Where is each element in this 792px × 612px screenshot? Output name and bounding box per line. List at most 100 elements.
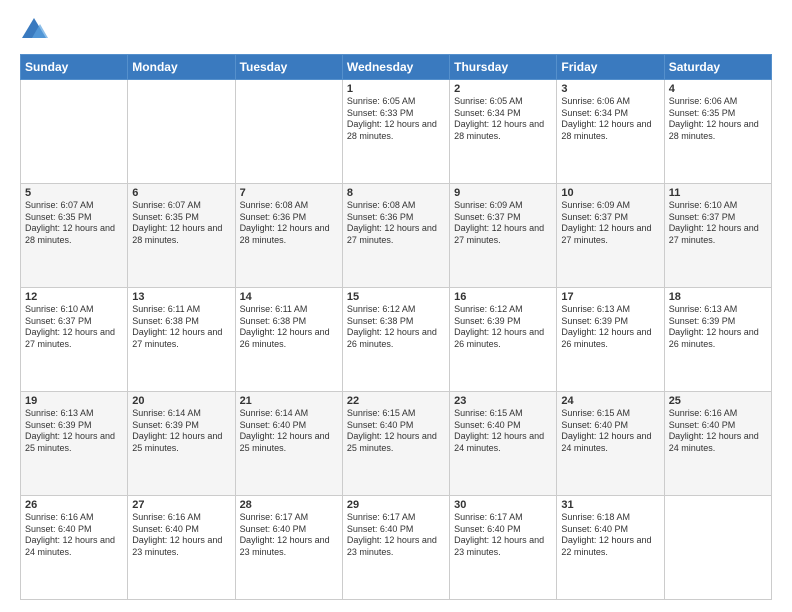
logo-icon [20, 16, 48, 44]
weekday-header-sunday: Sunday [21, 55, 128, 80]
day-info: Sunrise: 6:10 AM Sunset: 6:37 PM Dayligh… [669, 200, 767, 247]
day-info: Sunrise: 6:18 AM Sunset: 6:40 PM Dayligh… [561, 512, 659, 559]
day-number: 28 [240, 499, 338, 511]
day-cell [128, 80, 235, 184]
day-number: 19 [25, 395, 123, 407]
day-cell: 4Sunrise: 6:06 AM Sunset: 6:35 PM Daylig… [664, 80, 771, 184]
weekday-header-tuesday: Tuesday [235, 55, 342, 80]
day-info: Sunrise: 6:15 AM Sunset: 6:40 PM Dayligh… [561, 408, 659, 455]
day-number: 15 [347, 291, 445, 303]
weekday-header-friday: Friday [557, 55, 664, 80]
weekday-header-monday: Monday [128, 55, 235, 80]
day-info: Sunrise: 6:05 AM Sunset: 6:34 PM Dayligh… [454, 96, 552, 143]
day-info: Sunrise: 6:09 AM Sunset: 6:37 PM Dayligh… [454, 200, 552, 247]
day-cell: 13Sunrise: 6:11 AM Sunset: 6:38 PM Dayli… [128, 288, 235, 392]
day-cell: 12Sunrise: 6:10 AM Sunset: 6:37 PM Dayli… [21, 288, 128, 392]
day-cell: 10Sunrise: 6:09 AM Sunset: 6:37 PM Dayli… [557, 184, 664, 288]
weekday-header-saturday: Saturday [664, 55, 771, 80]
week-row-1: 5Sunrise: 6:07 AM Sunset: 6:35 PM Daylig… [21, 184, 772, 288]
day-cell: 7Sunrise: 6:08 AM Sunset: 6:36 PM Daylig… [235, 184, 342, 288]
day-number: 10 [561, 187, 659, 199]
day-cell: 1Sunrise: 6:05 AM Sunset: 6:33 PM Daylig… [342, 80, 449, 184]
day-number: 17 [561, 291, 659, 303]
day-info: Sunrise: 6:08 AM Sunset: 6:36 PM Dayligh… [240, 200, 338, 247]
day-cell: 14Sunrise: 6:11 AM Sunset: 6:38 PM Dayli… [235, 288, 342, 392]
day-cell: 23Sunrise: 6:15 AM Sunset: 6:40 PM Dayli… [450, 392, 557, 496]
day-info: Sunrise: 6:09 AM Sunset: 6:37 PM Dayligh… [561, 200, 659, 247]
day-info: Sunrise: 6:13 AM Sunset: 6:39 PM Dayligh… [25, 408, 123, 455]
day-number: 26 [25, 499, 123, 511]
day-cell: 26Sunrise: 6:16 AM Sunset: 6:40 PM Dayli… [21, 496, 128, 600]
day-number: 20 [132, 395, 230, 407]
day-cell: 20Sunrise: 6:14 AM Sunset: 6:39 PM Dayli… [128, 392, 235, 496]
day-cell: 15Sunrise: 6:12 AM Sunset: 6:38 PM Dayli… [342, 288, 449, 392]
day-cell: 18Sunrise: 6:13 AM Sunset: 6:39 PM Dayli… [664, 288, 771, 392]
day-cell: 19Sunrise: 6:13 AM Sunset: 6:39 PM Dayli… [21, 392, 128, 496]
day-cell: 11Sunrise: 6:10 AM Sunset: 6:37 PM Dayli… [664, 184, 771, 288]
day-number: 23 [454, 395, 552, 407]
day-info: Sunrise: 6:12 AM Sunset: 6:38 PM Dayligh… [347, 304, 445, 351]
day-number: 25 [669, 395, 767, 407]
header [20, 16, 772, 44]
day-number: 2 [454, 83, 552, 95]
day-cell: 25Sunrise: 6:16 AM Sunset: 6:40 PM Dayli… [664, 392, 771, 496]
logo [20, 16, 52, 44]
day-cell: 16Sunrise: 6:12 AM Sunset: 6:39 PM Dayli… [450, 288, 557, 392]
day-number: 8 [347, 187, 445, 199]
day-number: 7 [240, 187, 338, 199]
day-number: 16 [454, 291, 552, 303]
day-info: Sunrise: 6:17 AM Sunset: 6:40 PM Dayligh… [454, 512, 552, 559]
day-info: Sunrise: 6:13 AM Sunset: 6:39 PM Dayligh… [561, 304, 659, 351]
day-info: Sunrise: 6:15 AM Sunset: 6:40 PM Dayligh… [347, 408, 445, 455]
week-row-0: 1Sunrise: 6:05 AM Sunset: 6:33 PM Daylig… [21, 80, 772, 184]
day-cell: 29Sunrise: 6:17 AM Sunset: 6:40 PM Dayli… [342, 496, 449, 600]
day-number: 4 [669, 83, 767, 95]
day-cell: 30Sunrise: 6:17 AM Sunset: 6:40 PM Dayli… [450, 496, 557, 600]
day-info: Sunrise: 6:07 AM Sunset: 6:35 PM Dayligh… [132, 200, 230, 247]
day-cell: 28Sunrise: 6:17 AM Sunset: 6:40 PM Dayli… [235, 496, 342, 600]
day-cell: 21Sunrise: 6:14 AM Sunset: 6:40 PM Dayli… [235, 392, 342, 496]
weekday-header-thursday: Thursday [450, 55, 557, 80]
day-info: Sunrise: 6:17 AM Sunset: 6:40 PM Dayligh… [347, 512, 445, 559]
day-info: Sunrise: 6:15 AM Sunset: 6:40 PM Dayligh… [454, 408, 552, 455]
day-cell: 8Sunrise: 6:08 AM Sunset: 6:36 PM Daylig… [342, 184, 449, 288]
week-row-2: 12Sunrise: 6:10 AM Sunset: 6:37 PM Dayli… [21, 288, 772, 392]
day-number: 18 [669, 291, 767, 303]
day-cell: 24Sunrise: 6:15 AM Sunset: 6:40 PM Dayli… [557, 392, 664, 496]
day-cell [21, 80, 128, 184]
day-info: Sunrise: 6:16 AM Sunset: 6:40 PM Dayligh… [669, 408, 767, 455]
day-number: 9 [454, 187, 552, 199]
day-cell: 3Sunrise: 6:06 AM Sunset: 6:34 PM Daylig… [557, 80, 664, 184]
day-number: 3 [561, 83, 659, 95]
day-number: 11 [669, 187, 767, 199]
day-number: 5 [25, 187, 123, 199]
week-row-4: 26Sunrise: 6:16 AM Sunset: 6:40 PM Dayli… [21, 496, 772, 600]
day-cell: 27Sunrise: 6:16 AM Sunset: 6:40 PM Dayli… [128, 496, 235, 600]
day-cell: 9Sunrise: 6:09 AM Sunset: 6:37 PM Daylig… [450, 184, 557, 288]
day-number: 1 [347, 83, 445, 95]
day-info: Sunrise: 6:13 AM Sunset: 6:39 PM Dayligh… [669, 304, 767, 351]
day-info: Sunrise: 6:17 AM Sunset: 6:40 PM Dayligh… [240, 512, 338, 559]
day-info: Sunrise: 6:14 AM Sunset: 6:40 PM Dayligh… [240, 408, 338, 455]
day-info: Sunrise: 6:05 AM Sunset: 6:33 PM Dayligh… [347, 96, 445, 143]
day-info: Sunrise: 6:11 AM Sunset: 6:38 PM Dayligh… [132, 304, 230, 351]
day-info: Sunrise: 6:11 AM Sunset: 6:38 PM Dayligh… [240, 304, 338, 351]
day-number: 31 [561, 499, 659, 511]
weekday-header-row: SundayMondayTuesdayWednesdayThursdayFrid… [21, 55, 772, 80]
day-info: Sunrise: 6:06 AM Sunset: 6:34 PM Dayligh… [561, 96, 659, 143]
day-cell [664, 496, 771, 600]
day-cell: 17Sunrise: 6:13 AM Sunset: 6:39 PM Dayli… [557, 288, 664, 392]
day-number: 13 [132, 291, 230, 303]
day-info: Sunrise: 6:14 AM Sunset: 6:39 PM Dayligh… [132, 408, 230, 455]
day-cell: 2Sunrise: 6:05 AM Sunset: 6:34 PM Daylig… [450, 80, 557, 184]
day-info: Sunrise: 6:07 AM Sunset: 6:35 PM Dayligh… [25, 200, 123, 247]
day-cell: 5Sunrise: 6:07 AM Sunset: 6:35 PM Daylig… [21, 184, 128, 288]
day-info: Sunrise: 6:08 AM Sunset: 6:36 PM Dayligh… [347, 200, 445, 247]
day-number: 27 [132, 499, 230, 511]
day-cell: 6Sunrise: 6:07 AM Sunset: 6:35 PM Daylig… [128, 184, 235, 288]
day-number: 24 [561, 395, 659, 407]
page: SundayMondayTuesdayWednesdayThursdayFrid… [0, 0, 792, 612]
day-number: 6 [132, 187, 230, 199]
day-number: 12 [25, 291, 123, 303]
day-info: Sunrise: 6:12 AM Sunset: 6:39 PM Dayligh… [454, 304, 552, 351]
